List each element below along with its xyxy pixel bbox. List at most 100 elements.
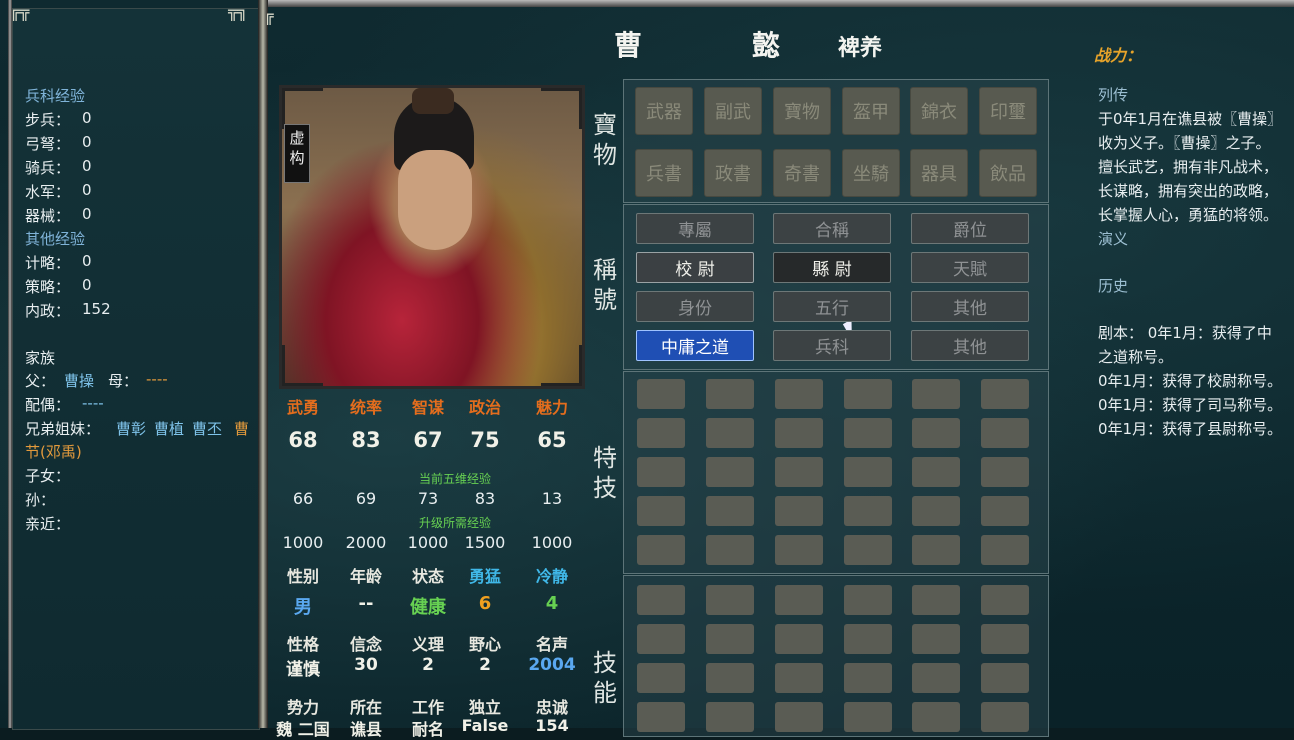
- treasure-slot[interactable]: 器具: [910, 149, 968, 197]
- skill-slot[interactable]: [844, 585, 892, 615]
- special-skill-slot[interactable]: [844, 535, 892, 565]
- treasure-slot[interactable]: 寶物: [773, 87, 831, 135]
- skill-slot[interactable]: [981, 624, 1029, 654]
- treasure-slot[interactable]: 坐騎: [842, 149, 900, 197]
- stat-required-exp: 2000: [345, 533, 387, 552]
- special-skill-slot[interactable]: [775, 418, 823, 448]
- special-skill-slot[interactable]: [912, 457, 960, 487]
- sibling-more[interactable]: 节(邓禹): [25, 441, 82, 462]
- sibling-link[interactable]: 曹彰: [116, 418, 146, 439]
- treasure-slot[interactable]: 武器: [635, 87, 693, 135]
- yanyi-link[interactable]: 演义: [1098, 228, 1128, 249]
- attr-header: 勇猛: [468, 567, 501, 586]
- skill-slot[interactable]: [637, 663, 685, 693]
- special-skill-slot[interactable]: [637, 496, 685, 526]
- treasure-slot[interactable]: 兵書: [635, 149, 693, 197]
- special-skill-slot[interactable]: [981, 418, 1029, 448]
- history-line: 0年1月：获得了县尉称号。: [1098, 420, 1283, 438]
- special-skill-slot[interactable]: [637, 457, 685, 487]
- skill-slot[interactable]: [706, 663, 754, 693]
- treasure-slot[interactable]: 飲品: [979, 149, 1037, 197]
- sibling-link[interactable]: 曹丕: [192, 418, 222, 439]
- skill-slot[interactable]: [775, 663, 823, 693]
- special-skill-slot[interactable]: [706, 535, 754, 565]
- special-skill-slot[interactable]: [706, 496, 754, 526]
- title-button[interactable]: 專屬: [636, 213, 754, 244]
- special-skill-slot[interactable]: [775, 379, 823, 409]
- history-header: 历史: [1098, 277, 1129, 295]
- sibling-more[interactable]: 曹: [234, 418, 249, 439]
- special-skill-slot[interactable]: [775, 496, 823, 526]
- treasure-slot[interactable]: 錦衣: [910, 87, 968, 135]
- other-exp-value: 152: [82, 300, 111, 318]
- skills-label-top: 技: [593, 649, 617, 677]
- troop-exp-label: 骑兵：: [25, 159, 71, 177]
- special-skill-slot[interactable]: [844, 418, 892, 448]
- skills-label-bottom: 能: [593, 679, 617, 707]
- special-skill-slot[interactable]: [981, 535, 1029, 565]
- close-label: 亲近：: [25, 515, 71, 533]
- special-skill-slot[interactable]: [912, 535, 960, 565]
- special-skill-slot[interactable]: [775, 457, 823, 487]
- skill-slot[interactable]: [912, 624, 960, 654]
- title-button[interactable]: 合稱: [773, 213, 891, 244]
- attr-header: 冷静: [535, 567, 568, 586]
- treasure-slot[interactable]: 副武: [704, 87, 762, 135]
- ornament-corner-icon: ╔╦: [10, 2, 30, 21]
- title-button[interactable]: 其他: [911, 330, 1029, 361]
- father-link[interactable]: 曹操: [64, 370, 94, 391]
- skill-slot[interactable]: [637, 624, 685, 654]
- skill-slot[interactable]: [981, 585, 1029, 615]
- skill-slot[interactable]: [844, 624, 892, 654]
- skill-slot[interactable]: [844, 663, 892, 693]
- title-button[interactable]: 縣 尉: [773, 252, 891, 283]
- skill-slot[interactable]: [775, 624, 823, 654]
- stat-current-exp: 69: [355, 489, 377, 508]
- special-skill-slot[interactable]: [844, 457, 892, 487]
- skill-slot[interactable]: [981, 663, 1029, 693]
- special-skill-slot[interactable]: [637, 379, 685, 409]
- special-skill-slot[interactable]: [912, 379, 960, 409]
- stat-value: 83: [351, 428, 381, 452]
- troop-exp-value: 0: [82, 109, 92, 127]
- attr-value: 健康: [410, 597, 446, 618]
- special-skill-slot[interactable]: [981, 457, 1029, 487]
- special-skill-slot[interactable]: [981, 379, 1029, 409]
- title-button[interactable]: 兵科: [773, 330, 891, 361]
- skill-slot[interactable]: [912, 585, 960, 615]
- skill-slot[interactable]: [912, 663, 960, 693]
- special-skill-slot[interactable]: [844, 496, 892, 526]
- special-skill-slot[interactable]: [912, 496, 960, 526]
- title-button[interactable]: 五行: [773, 291, 891, 322]
- other-exp-header: 其他经验: [25, 230, 86, 248]
- special-skill-slot[interactable]: [775, 535, 823, 565]
- title-button[interactable]: 天賦: [911, 252, 1029, 283]
- title-button[interactable]: 爵位: [911, 213, 1029, 244]
- special-skill-slot[interactable]: [706, 457, 754, 487]
- skill-slot[interactable]: [706, 624, 754, 654]
- skill-slot[interactable]: [637, 585, 685, 615]
- title-button[interactable]: 身份: [636, 291, 754, 322]
- treasure-slot[interactable]: 政書: [704, 149, 762, 197]
- special-skill-slot[interactable]: [844, 379, 892, 409]
- skill-slot[interactable]: [706, 585, 754, 615]
- special-skill-slot[interactable]: [637, 535, 685, 565]
- title-button[interactable]: 中庸之道: [636, 330, 754, 361]
- treasure-slot[interactable]: 盔甲: [842, 87, 900, 135]
- special-skill-slot[interactable]: [706, 379, 754, 409]
- attr-header: 义理: [411, 635, 444, 654]
- title-button[interactable]: 校 尉: [636, 252, 754, 283]
- treasure-slot[interactable]: 奇書: [773, 149, 831, 197]
- skill-slot[interactable]: [775, 585, 823, 615]
- sibling-link[interactable]: 曹植: [154, 418, 184, 439]
- special-skill-slot[interactable]: [981, 496, 1029, 526]
- title-button[interactable]: 其他: [911, 291, 1029, 322]
- attr-header: 性别: [286, 567, 319, 586]
- special-skill-slot[interactable]: [637, 418, 685, 448]
- treasure-label: 寶 物: [590, 110, 620, 170]
- special-skill-slot[interactable]: [706, 418, 754, 448]
- attr-value: --: [358, 593, 374, 614]
- special-skill-slot[interactable]: [912, 418, 960, 448]
- treasure-slot[interactable]: 印璽: [979, 87, 1037, 135]
- attr-header: 年龄: [349, 567, 382, 586]
